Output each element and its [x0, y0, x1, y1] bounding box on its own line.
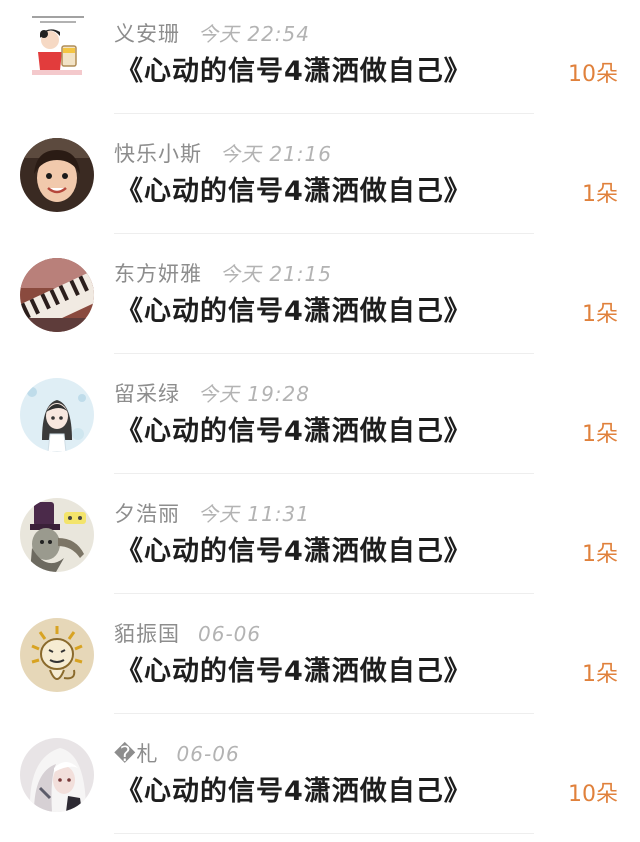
flower-count: 1朵 [582, 182, 618, 207]
user-name[interactable]: 快乐小斯 [114, 142, 202, 166]
timestamp: 今天 21:15 [220, 262, 332, 286]
timestamp: 今天 22:54 [198, 22, 310, 46]
divider [114, 473, 534, 474]
list-item[interactable]: 东方妍雅 今天 21:15 《心动的信号4潇洒做自己》 1朵 [0, 240, 640, 360]
flower-count: 10朵 [568, 62, 618, 87]
flower-count: 1朵 [582, 542, 618, 567]
lion-doodle-avatar-icon[interactable] [20, 618, 94, 692]
item-meta: 留采绿 今天 19:28 [114, 380, 310, 408]
user-name[interactable]: 夕浩丽 [114, 502, 180, 526]
timestamp: 06-06 [176, 742, 240, 766]
item-meta: 夕浩丽 今天 11:31 [114, 500, 310, 528]
divider [114, 713, 534, 714]
item-meta: 义安珊 今天 22:54 [114, 20, 310, 48]
list-item[interactable]: 貊振国 06-06 《心动的信号4潇洒做自己》 1朵 [0, 600, 640, 720]
user-name[interactable]: 义安珊 [114, 22, 180, 46]
flower-count: 1朵 [582, 422, 618, 447]
flower-count: 1朵 [582, 662, 618, 687]
divider [114, 233, 534, 234]
cartoon-hat-avatar-icon[interactable] [20, 498, 94, 572]
timestamp: 今天 19:28 [198, 382, 310, 406]
silver-hair-avatar-icon[interactable] [20, 738, 94, 812]
divider [114, 113, 534, 114]
timestamp: 今天 21:16 [220, 142, 332, 166]
item-title: 《心动的信号4潇洒做自己》 [116, 176, 472, 207]
child-photo-avatar-icon[interactable] [20, 138, 94, 212]
user-name[interactable]: 貊振国 [114, 622, 180, 646]
list-item[interactable]: 夕浩丽 今天 11:31 《心动的信号4潇洒做自己》 1朵 [0, 480, 640, 600]
list-item[interactable]: 义安珊 今天 22:54 《心动的信号4潇洒做自己》 10朵 [0, 0, 640, 120]
flower-count: 10朵 [568, 782, 618, 807]
flower-gift-list: 义安珊 今天 22:54 《心动的信号4潇洒做自己》 10朵 快乐小斯 今天 21:… [0, 0, 640, 842]
item-meta: 貊振国 06-06 [114, 620, 261, 648]
item-meta: 快乐小斯 今天 21:16 [114, 140, 332, 168]
divider [114, 353, 534, 354]
list-item[interactable]: 留采绿 今天 19:28 《心动的信号4潇洒做自己》 1朵 [0, 360, 640, 480]
divider [114, 833, 534, 834]
divider [114, 593, 534, 594]
list-item[interactable]: 快乐小斯 今天 21:16 《心动的信号4潇洒做自己》 1朵 [0, 120, 640, 240]
anime-girl-avatar-icon[interactable] [20, 378, 94, 452]
cartoon-girl-sticker-icon[interactable] [26, 12, 90, 76]
user-name[interactable]: 留采绿 [114, 382, 180, 406]
timestamp: 06-06 [198, 622, 262, 646]
item-title: 《心动的信号4潇洒做自己》 [116, 296, 472, 327]
item-title: 《心动的信号4潇洒做自己》 [116, 656, 472, 687]
item-meta: �札 06-06 [114, 740, 240, 768]
item-title: 《心动的信号4潇洒做自己》 [116, 776, 472, 807]
piano-avatar-icon[interactable] [20, 258, 94, 332]
item-title: 《心动的信号4潇洒做自己》 [116, 416, 472, 447]
timestamp: 今天 11:31 [198, 502, 310, 526]
user-name[interactable]: �札 [114, 742, 159, 766]
user-name[interactable]: 东方妍雅 [114, 262, 202, 286]
item-title: 《心动的信号4潇洒做自己》 [116, 536, 472, 567]
item-title: 《心动的信号4潇洒做自己》 [116, 56, 472, 87]
flower-count: 1朵 [582, 302, 618, 327]
list-item[interactable]: �札 06-06 《心动的信号4潇洒做自己》 10朵 [0, 720, 640, 840]
item-meta: 东方妍雅 今天 21:15 [114, 260, 332, 288]
